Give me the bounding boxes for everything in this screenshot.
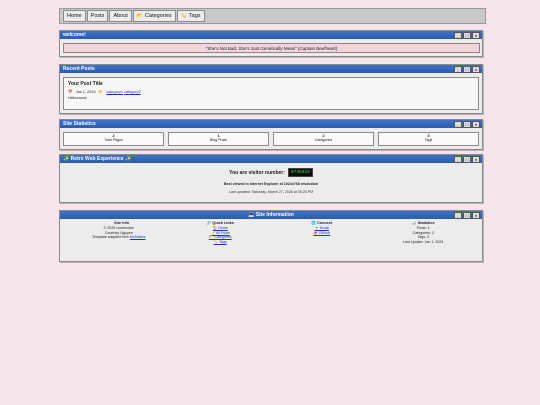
visitor-line: You are visitor number: 0738529	[60, 168, 482, 177]
quick-link-home[interactable]: 🏠 Home	[213, 226, 228, 230]
last-updated: Last updated: Saturday, March 27, 2026 a…	[228, 190, 314, 194]
stat-line: Last Update: Jan 1, 2024	[403, 239, 444, 244]
info-columns: 📄 Site Info © 2025 courtroolee Courtney …	[60, 219, 482, 261]
minimize-button[interactable]: _	[454, 121, 462, 128]
minimize-button[interactable]: _	[454, 156, 462, 163]
quick-link-categories[interactable]: 📂 Categories	[209, 235, 232, 239]
connect-github-link[interactable]: 🐙 GitHub	[313, 231, 330, 235]
window-titlebar: Recent Posts _ □ ×	[60, 65, 482, 73]
site-statistics-window: Site Statistics _ □ × 2 Total Pages 1 Blog…	[59, 119, 483, 150]
close-button[interactable]: ×	[472, 156, 480, 163]
post-meta: 📅 Jan 1, 2024 📂 category1 category2	[68, 89, 474, 95]
close-button[interactable]: ×	[472, 212, 480, 219]
column-heading: 📄 Site Info	[108, 221, 130, 225]
folder-icon: 📂	[98, 90, 104, 94]
stat-label: Blog Posts	[209, 138, 228, 143]
folder-icon: 📂	[136, 13, 144, 19]
nav-tags-button[interactable]: 🏷️ Tags	[176, 10, 205, 22]
nav-label: Posts	[90, 13, 105, 19]
window-controls: _ □ ×	[454, 156, 480, 163]
close-button[interactable]: ×	[472, 121, 480, 128]
template-credit: Template adapted from MoMakes	[68, 235, 170, 239]
quick-link-all-posts[interactable]: 📝 All Posts	[211, 231, 230, 235]
nav-label: Home	[67, 13, 82, 19]
post-card: Your Post Title 📅 Jan 1, 2024 📂 category…	[63, 77, 479, 110]
recent-posts-window: Recent Posts _ □ × Your Post Title 📅 Jan…	[59, 64, 483, 114]
best-viewed-note: Best viewed in Internet Explorer at 1024…	[223, 182, 319, 186]
window-title: 💻 Site Information	[248, 212, 294, 218]
maximize-button[interactable]: □	[463, 156, 471, 163]
connect-column: 🌐 Connect 📧 Email 🐙 GitHub	[271, 221, 373, 261]
tag-icon: 🏷️	[180, 13, 187, 19]
nav-home-button[interactable]: Home	[63, 10, 86, 22]
stat-label: Tags	[424, 138, 433, 143]
retro-body: You are visitor number: 0738529 Best vie…	[60, 163, 482, 202]
statistics-column: 📊 Statistics Posts: 1 Categories: 2 Tags…	[373, 221, 475, 261]
category-link[interactable]: category2	[124, 90, 141, 94]
window-controls: _ □ ×	[454, 212, 480, 219]
window-controls: _ □ ×	[454, 66, 480, 73]
window-titlebar: ✨ Retro Web Experience ✨ _ □ ×	[60, 155, 482, 163]
nav-posts-button[interactable]: Posts	[86, 10, 109, 22]
window-controls: _ □ ×	[454, 121, 480, 128]
maximize-button[interactable]: □	[463, 121, 471, 128]
quick-links-column: 🔗 Quick Links 🏠 Home 📝 All Posts 📂 Categ…	[170, 221, 272, 261]
stat-tags: 3 Tags	[378, 132, 479, 146]
minimize-button[interactable]: _	[454, 32, 462, 39]
close-button[interactable]: ×	[472, 32, 480, 39]
window-titlebar: 💻 Site Information _ □ ×	[60, 211, 482, 219]
stat-blog-posts: 1 Blog Posts	[168, 132, 269, 146]
nav-about-button[interactable]: About	[109, 10, 132, 22]
column-heading: 🌐 Connect	[311, 221, 333, 225]
window-controls: _ □ ×	[454, 32, 480, 39]
window-title: Site Statistics	[63, 121, 96, 127]
site-information-window: 💻 Site Information _ □ × 📄 Site Info © 2…	[59, 210, 483, 262]
stat-categories: 2 Categories	[273, 132, 374, 146]
quick-link-tags[interactable]: 🏷️ Tags	[214, 240, 227, 244]
top-nav: Home Posts About 📂 Categories 🏷️ Tags	[59, 8, 486, 24]
nav-label: Tags	[188, 13, 201, 19]
minimize-button[interactable]: _	[454, 212, 462, 219]
column-heading: 🔗 Quick Links	[206, 221, 234, 225]
calendar-icon: 📅	[68, 90, 73, 94]
nav-label: About	[113, 13, 128, 19]
welcome-window: welcome! _ □ × "She's Not Bad, She's Jus…	[59, 30, 483, 57]
connect-email-link[interactable]: 📧 Email	[315, 226, 329, 230]
stat-total-pages: 2 Total Pages	[63, 132, 164, 146]
site-info-column: 📄 Site Info © 2025 courtroolee Courtney …	[68, 221, 170, 261]
window-titlebar: welcome! _ □ ×	[60, 31, 482, 39]
maximize-button[interactable]: □	[463, 212, 471, 219]
post-excerpt: Helloooooo!	[68, 96, 88, 100]
stat-label: Categories	[314, 138, 333, 143]
template-credit-link[interactable]: MoMakes	[130, 235, 146, 239]
retro-experience-window: ✨ Retro Web Experience ✨ _ □ × You are v…	[59, 154, 483, 203]
visitor-counter: 0738529	[287, 168, 313, 177]
window-titlebar: Site Statistics _ □ ×	[60, 120, 482, 128]
welcome-quote: "She's Not Bad, She's Just Genetically M…	[63, 43, 480, 53]
window-title: welcome!	[63, 32, 86, 38]
nav-label: Categories	[145, 13, 172, 19]
post-date: Jan 1, 2024	[75, 89, 96, 94]
window-title: Recent Posts	[63, 66, 95, 72]
category-link[interactable]: category1	[106, 90, 123, 94]
stats-row: 2 Total Pages 1 Blog Posts 2 Categories 3 Ta…	[60, 128, 482, 149]
maximize-button[interactable]: □	[463, 66, 471, 73]
visitor-label: You are visitor number:	[229, 169, 285, 176]
close-button[interactable]: ×	[472, 66, 480, 73]
maximize-button[interactable]: □	[463, 32, 471, 39]
minimize-button[interactable]: _	[454, 66, 462, 73]
post-title[interactable]: Your Post Title	[68, 81, 474, 87]
nav-categories-button[interactable]: 📂 Categories	[132, 10, 176, 22]
window-title: ✨ Retro Web Experience ✨	[63, 156, 132, 162]
stat-label: Total Pages	[104, 138, 123, 143]
credit-text: Template adapted from	[92, 235, 130, 240]
column-heading: 📊 Statistics	[411, 221, 435, 225]
